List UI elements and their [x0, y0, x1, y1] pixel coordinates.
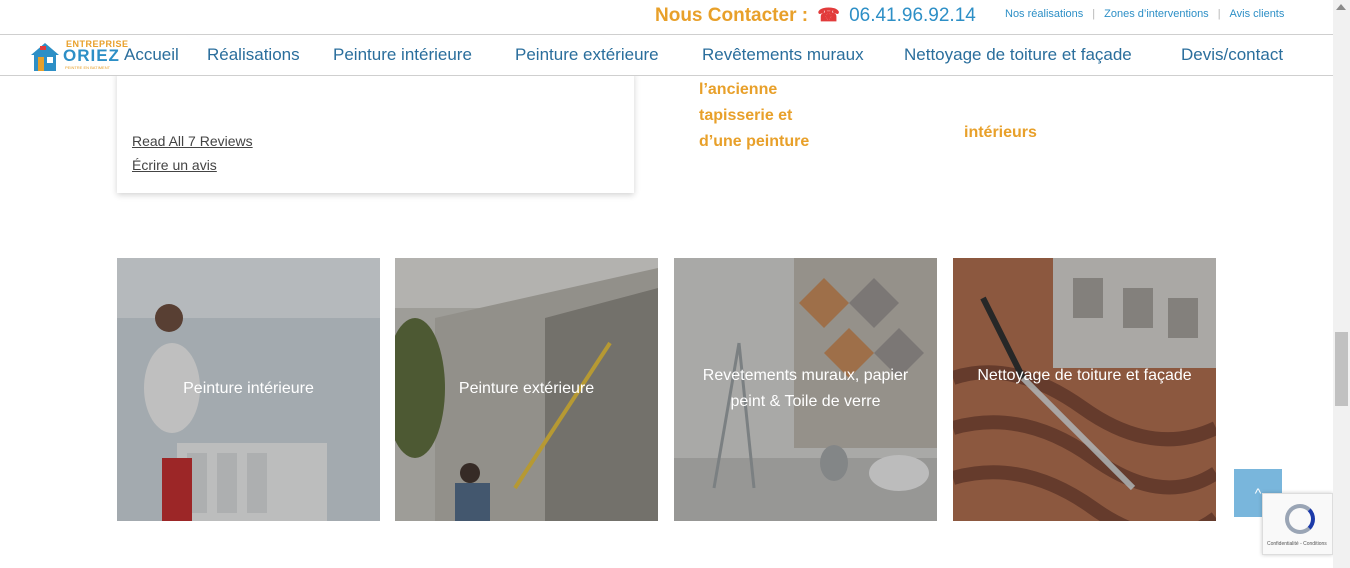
- contact-label: Nous Contacter :: [655, 5, 809, 26]
- phone-icon: ☎: [817, 5, 840, 25]
- service-label: Nettoyage de toiture et façade: [977, 367, 1192, 384]
- nav-menu: Accueil Réalisations Peinture intérieure…: [0, 45, 1333, 67]
- feature-text-1: l’ancienne tapisserie et d’une peinture: [699, 77, 809, 155]
- service-tile-exterior[interactable]: Peinture extérieure: [395, 258, 658, 521]
- scrollbar-thumb[interactable]: [1335, 332, 1348, 406]
- main-navbar: ENTREPRISE ORIEZ PEINTRE EN BATIMENT Acc…: [0, 34, 1333, 76]
- scroll-up-arrow-icon[interactable]: [1336, 4, 1346, 10]
- recaptcha-text: Confidentialité - Conditions: [1267, 541, 1327, 547]
- top-links: Nos réalisations | Zones d’interventions | A…: [1005, 8, 1284, 20]
- review-card: Read All 7 Reviews Écrire un avis: [117, 72, 634, 193]
- phone-number-link[interactable]: 06.41.96.92.14: [849, 5, 976, 26]
- scrollbar-track[interactable]: [1333, 0, 1350, 568]
- feature-line: l’ancienne: [699, 81, 778, 98]
- nav-item-peinture-interieure[interactable]: Peinture intérieure: [333, 45, 472, 65]
- nav-item-revetements-muraux[interactable]: Revêtements muraux: [702, 45, 864, 65]
- top-link-avis[interactable]: Avis clients: [1230, 8, 1285, 20]
- recaptcha-icon: [1285, 504, 1315, 534]
- nav-item-accueil[interactable]: Accueil: [124, 45, 179, 65]
- nav-item-peinture-exterieure[interactable]: Peinture extérieure: [515, 45, 659, 65]
- recaptcha-badge[interactable]: Confidentialité - Conditions: [1262, 493, 1333, 555]
- service-label: Revetements muraux, papier peint & Toile…: [702, 367, 909, 410]
- nav-item-realisations[interactable]: Réalisations: [207, 45, 300, 65]
- service-tile-roof-cleaning[interactable]: Nettoyage de toiture et façade: [953, 258, 1216, 521]
- service-tile-wall-coverings[interactable]: Revetements muraux, papier peint & Toile…: [674, 258, 937, 521]
- feature-text-2: intérieurs: [964, 124, 1037, 141]
- nav-item-devis-contact[interactable]: Devis/contact: [1181, 45, 1283, 65]
- tile-overlay: [953, 258, 1216, 521]
- page: Read All 7 Reviews Écrire un avis l’anci…: [0, 0, 1350, 568]
- service-label: Peinture intérieure: [183, 380, 314, 397]
- contact-bar: Nous Contacter : ☎ 06.41.96.92.14 Nos ré…: [0, 0, 1333, 34]
- service-tile-interior[interactable]: Peinture intérieure: [117, 258, 380, 521]
- separator: |: [1092, 8, 1096, 20]
- read-all-reviews-link[interactable]: Read All 7 Reviews: [132, 133, 253, 149]
- feature-line: tapisserie et: [699, 107, 793, 124]
- separator: |: [1217, 8, 1221, 20]
- top-link-realisations[interactable]: Nos réalisations: [1005, 8, 1083, 20]
- contact-info: Nous Contacter : ☎ 06.41.96.92.14: [655, 5, 976, 27]
- service-label: Peinture extérieure: [458, 380, 595, 397]
- nav-item-nettoyage[interactable]: Nettoyage de toiture et façade: [904, 45, 1132, 65]
- top-link-zones[interactable]: Zones d’interventions: [1104, 8, 1209, 20]
- feature-line: d’une peinture: [699, 133, 810, 150]
- write-review-link[interactable]: Écrire un avis: [132, 157, 217, 173]
